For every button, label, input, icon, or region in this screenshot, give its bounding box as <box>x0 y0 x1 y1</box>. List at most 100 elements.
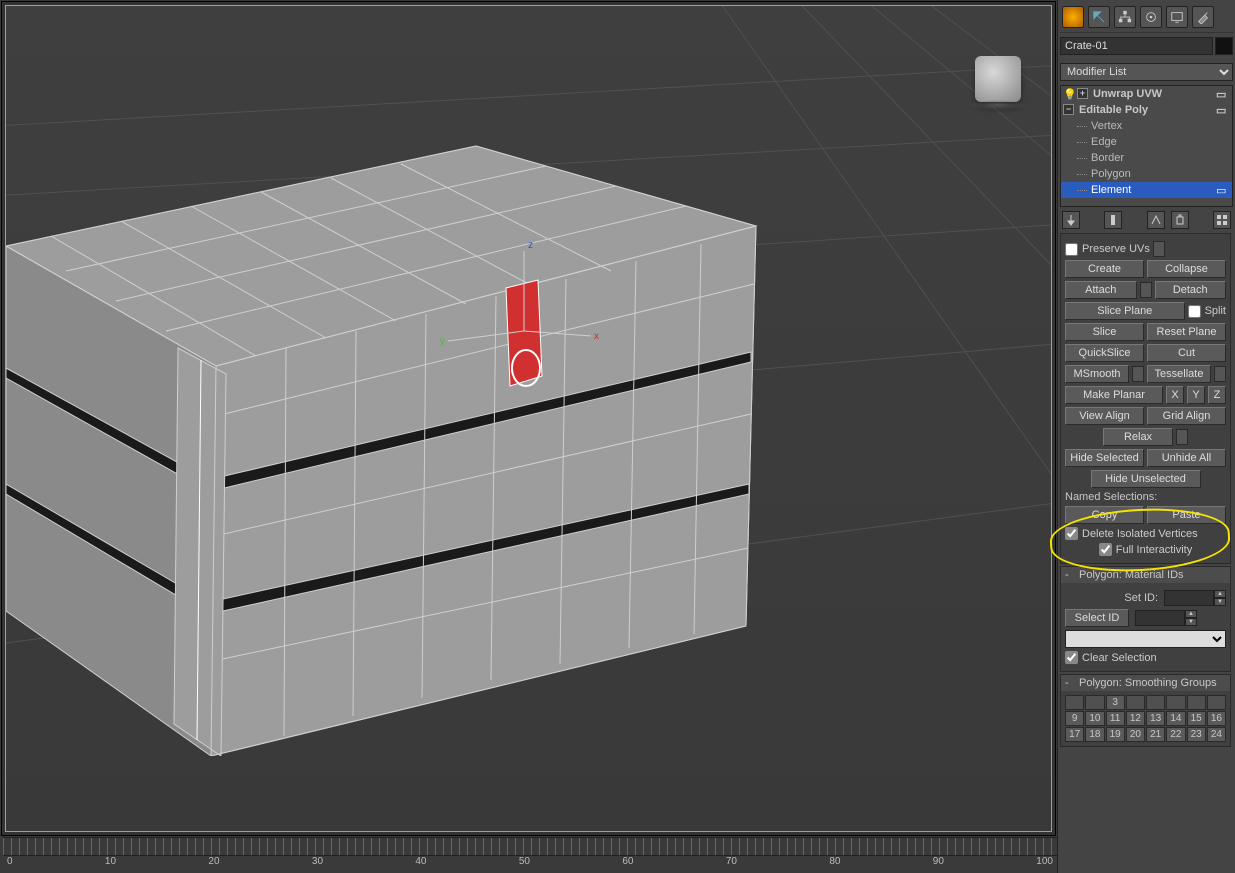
smoothing-group-cell[interactable] <box>1187 695 1206 710</box>
smoothing-group-cell[interactable]: 11 <box>1106 711 1125 726</box>
smoothing-group-cell[interactable]: 15 <box>1187 711 1206 726</box>
attach-button[interactable]: Attach <box>1065 281 1137 299</box>
paste-button[interactable]: Paste <box>1147 506 1226 524</box>
tessellate-button[interactable]: Tessellate <box>1147 365 1211 383</box>
relax-settings-button[interactable] <box>1176 429 1188 445</box>
timeline-tick-label: 0 <box>7 856 13 867</box>
sub-vertex[interactable]: Vertex <box>1061 118 1232 134</box>
view-align-button[interactable]: View Align <box>1065 407 1144 425</box>
tessellate-settings-button[interactable] <box>1214 366 1226 382</box>
hide-unselected-button[interactable]: Hide Unselected <box>1091 470 1201 488</box>
smoothing-group-cell[interactable] <box>1146 695 1165 710</box>
crate-mesh[interactable]: x y z <box>6 116 766 756</box>
copy-button[interactable]: Copy <box>1065 506 1144 524</box>
clear-selection-checkbox[interactable]: Clear Selection <box>1065 651 1157 664</box>
smoothing-group-cell[interactable]: 3 <box>1106 695 1125 710</box>
select-id-button[interactable]: Select ID <box>1065 609 1129 627</box>
smoothing-group-cell[interactable]: 24 <box>1207 727 1226 742</box>
material-name-dropdown[interactable] <box>1065 630 1226 648</box>
preserve-uvs-checkbox[interactable]: Preserve UVs <box>1065 243 1150 256</box>
stack-item-unwrap[interactable]: 💡 + Unwrap UVW ▭ <box>1061 86 1232 102</box>
sub-edge[interactable]: Edge <box>1061 134 1232 150</box>
smoothing-group-cell[interactable]: 17 <box>1065 727 1084 742</box>
modifier-stack[interactable]: 💡 + Unwrap UVW ▭ − Editable Poly ▭ Verte… <box>1060 85 1233 207</box>
smoothing-group-cell[interactable] <box>1065 695 1084 710</box>
msmooth-settings-button[interactable] <box>1132 366 1144 382</box>
smoothing-group-cell[interactable]: 18 <box>1085 727 1104 742</box>
set-id-label: Set ID: <box>1108 592 1158 604</box>
detach-button[interactable]: Detach <box>1155 281 1227 299</box>
timeline-tick-label: 90 <box>933 856 944 867</box>
planar-y-button[interactable]: Y <box>1187 386 1205 404</box>
smoothing-group-cell[interactable]: 16 <box>1207 711 1226 726</box>
smoothing-group-cell[interactable] <box>1166 695 1185 710</box>
smoothing-group-cell[interactable]: 13 <box>1146 711 1165 726</box>
smoothing-group-cell[interactable]: 14 <box>1166 711 1185 726</box>
smoothing-group-cell[interactable]: 20 <box>1126 727 1145 742</box>
make-unique-icon[interactable] <box>1147 211 1165 229</box>
smoothing-group-cell[interactable]: 12 <box>1126 711 1145 726</box>
pin-stack-icon[interactable] <box>1062 211 1080 229</box>
smoothing-group-cell[interactable]: 19 <box>1106 727 1125 742</box>
svg-text:x: x <box>594 331 599 342</box>
smoothing-group-cell[interactable]: 10 <box>1085 711 1104 726</box>
smoothing-group-cell[interactable]: 21 <box>1146 727 1165 742</box>
reset-plane-button[interactable]: Reset Plane <box>1147 323 1226 341</box>
create-tab-icon[interactable] <box>1062 6 1084 28</box>
grid-align-button[interactable]: Grid Align <box>1147 407 1226 425</box>
quickslice-button[interactable]: QuickSlice <box>1065 344 1144 362</box>
modifier-list-dropdown[interactable]: Modifier List <box>1060 63 1233 81</box>
select-id-spinner[interactable]: ▲▼ <box>1135 610 1197 626</box>
lightbulb-icon[interactable]: 💡 <box>1063 88 1075 100</box>
sub-object-icon: ▭ <box>1216 184 1230 196</box>
viewport[interactable]: x y z <box>1 1 1056 836</box>
delete-isolated-vertices-checkbox[interactable]: Delete Isolated Vertices <box>1065 527 1198 540</box>
object-color-swatch[interactable] <box>1215 37 1233 55</box>
sub-polygon[interactable]: Polygon <box>1061 166 1232 182</box>
viewcube[interactable] <box>975 56 1021 102</box>
expand-icon[interactable]: + <box>1077 88 1088 99</box>
planar-x-button[interactable]: X <box>1166 386 1184 404</box>
unhide-all-button[interactable]: Unhide All <box>1147 449 1226 467</box>
create-button[interactable]: Create <box>1065 260 1144 278</box>
slice-button[interactable]: Slice <box>1065 323 1144 341</box>
show-end-result-icon[interactable] <box>1104 211 1122 229</box>
material-ids-header[interactable]: -Polygon: Material IDs <box>1061 567 1230 583</box>
smoothing-groups-header[interactable]: -Polygon: Smoothing Groups <box>1061 675 1230 691</box>
smoothing-group-cell[interactable] <box>1207 695 1226 710</box>
slice-plane-button[interactable]: Slice Plane <box>1065 302 1185 320</box>
msmooth-button[interactable]: MSmooth <box>1065 365 1129 383</box>
attach-list-button[interactable] <box>1140 282 1152 298</box>
collapse-icon[interactable]: − <box>1063 104 1074 115</box>
timeline[interactable]: 0102030405060708090100 <box>3 837 1057 873</box>
smoothing-group-cell[interactable] <box>1085 695 1104 710</box>
cut-button[interactable]: Cut <box>1147 344 1226 362</box>
stack-item-editablepoly[interactable]: − Editable Poly ▭ <box>1061 102 1232 118</box>
hierarchy-tab-icon[interactable] <box>1114 6 1136 28</box>
smoothing-group-cell[interactable] <box>1126 695 1145 710</box>
stack-toolbar <box>1060 207 1233 233</box>
object-name-field[interactable] <box>1060 37 1213 55</box>
set-id-spinner[interactable]: ▲▼ <box>1164 590 1226 606</box>
sub-element[interactable]: Element▭ <box>1061 182 1232 198</box>
collapse-button[interactable]: Collapse <box>1147 260 1226 278</box>
modify-tab-icon[interactable] <box>1088 6 1110 28</box>
configure-sets-icon[interactable] <box>1213 211 1231 229</box>
timeline-tick-label: 40 <box>415 856 426 867</box>
remove-modifier-icon[interactable] <box>1171 211 1189 229</box>
relax-button[interactable]: Relax <box>1103 428 1173 446</box>
smoothing-group-cell[interactable]: 23 <box>1187 727 1206 742</box>
hide-selected-button[interactable]: Hide Selected <box>1065 449 1144 467</box>
preserve-uvs-settings-button[interactable] <box>1153 241 1165 257</box>
smoothing-group-cell[interactable]: 9 <box>1065 711 1084 726</box>
motion-tab-icon[interactable] <box>1140 6 1162 28</box>
full-interactivity-checkbox[interactable]: Full Interactivity <box>1099 543 1192 556</box>
display-tab-icon[interactable] <box>1166 6 1188 28</box>
make-planar-button[interactable]: Make Planar <box>1065 386 1163 404</box>
planar-z-button[interactable]: Z <box>1208 386 1226 404</box>
sub-object-icon: ▭ <box>1216 104 1230 116</box>
split-checkbox[interactable]: Split <box>1188 305 1226 318</box>
smoothing-group-cell[interactable]: 22 <box>1166 727 1185 742</box>
utilities-tab-icon[interactable] <box>1192 6 1214 28</box>
sub-border[interactable]: Border <box>1061 150 1232 166</box>
